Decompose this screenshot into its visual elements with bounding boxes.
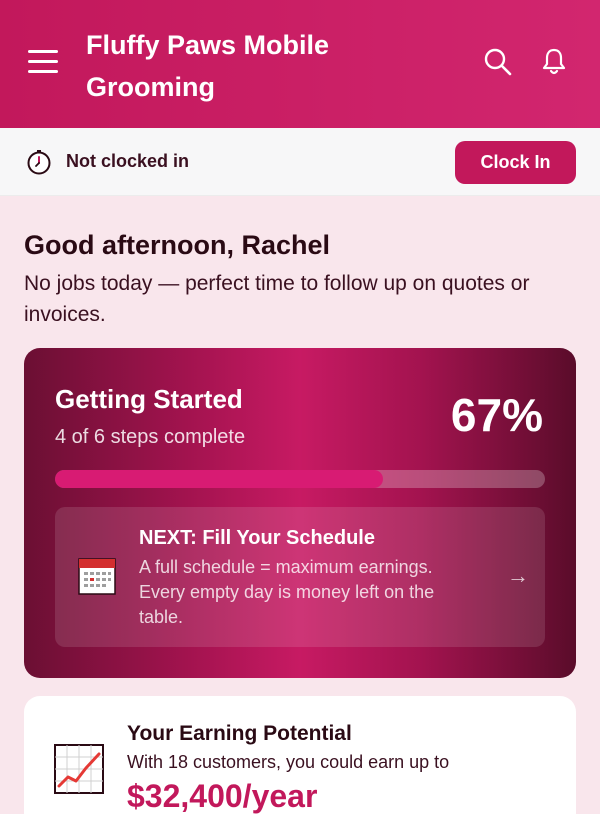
steps-complete-text: 4 of 6 steps complete (55, 426, 246, 448)
greeting-title: Good afternoon, Rachel (24, 230, 331, 260)
app-header: Fluffy Paws Mobile Grooming (0, 0, 600, 128)
app-title: Fluffy Paws Mobile Grooming (86, 30, 330, 102)
arrow-right-icon: → (507, 563, 529, 588)
earning-potential-card[interactable]: Your Earning Potential With 18 customers… (24, 696, 576, 814)
progress-bar-fill (55, 470, 384, 488)
menu-icon-bar (28, 70, 58, 73)
search-icon[interactable] (482, 46, 514, 78)
progress-percent: 67% (450, 389, 543, 441)
progress-bar (55, 470, 545, 488)
next-step-card[interactable]: NEXT: Fill Your Schedule A full schedule… (55, 507, 545, 647)
stopwatch-icon (26, 149, 52, 175)
next-step-title: NEXT: Fill Your Schedule (139, 527, 375, 549)
menu-icon[interactable] (28, 50, 58, 76)
chart-increasing-icon (54, 744, 104, 794)
earning-amount: $32,400/year (127, 778, 318, 814)
clock-bar: Not clocked in Clock In (0, 128, 600, 196)
menu-icon-bar (28, 50, 58, 53)
earning-title: Your Earning Potential (127, 722, 352, 745)
clock-status: Not clocked in (66, 151, 190, 171)
greeting-subtitle: No jobs today — perfect time to follow u… (24, 272, 530, 326)
menu-icon-bar (28, 60, 58, 63)
getting-started-title: Getting Started (55, 384, 243, 414)
earning-subtitle: With 18 customers, you could earn up to (127, 752, 450, 772)
clock-in-button[interactable]: Clock In (455, 141, 576, 184)
next-step-description: A full schedule = maximum earnings. Ever… (139, 557, 435, 627)
calendar-icon (78, 557, 116, 595)
bell-icon[interactable] (538, 46, 570, 78)
getting-started-card: Getting Started 4 of 6 steps complete 67… (24, 348, 576, 678)
